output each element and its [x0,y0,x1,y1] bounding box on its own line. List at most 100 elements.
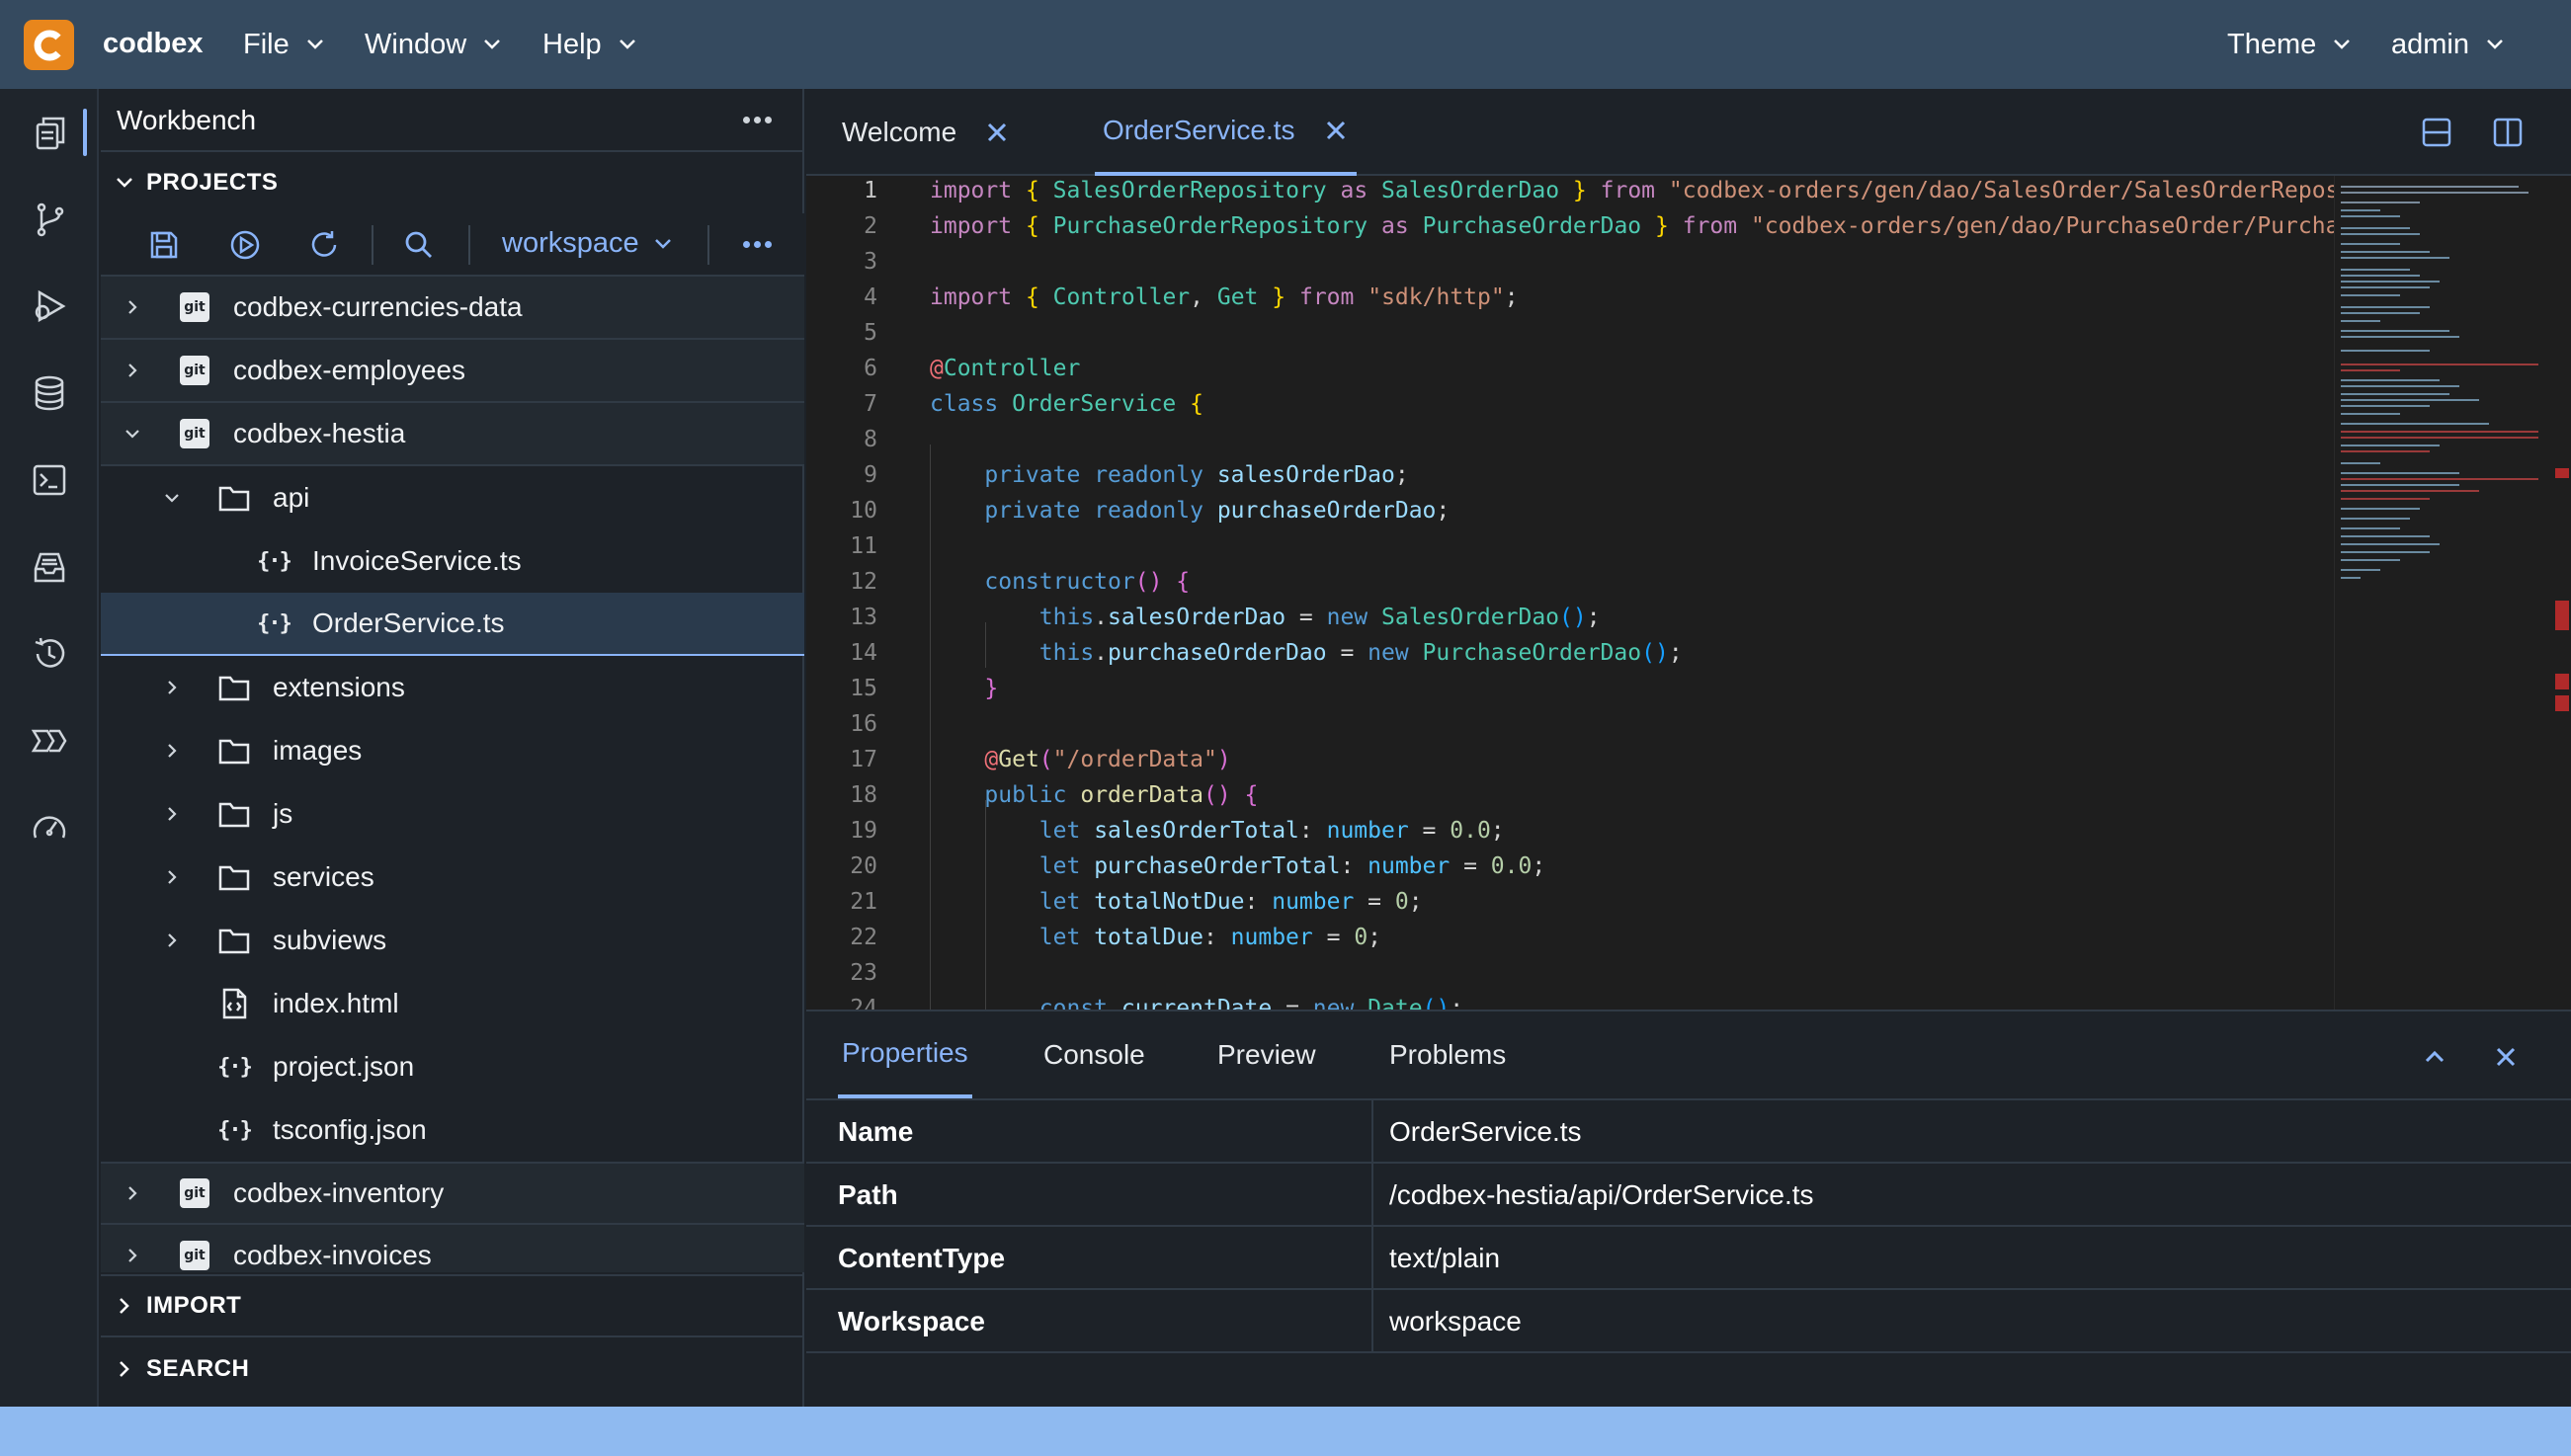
folder-icon [217,797,251,831]
tree-item-orderservice[interactable]: {·} OrderService.ts [101,593,804,656]
tree-item-label: OrderService.ts [312,607,505,638]
minimap-line [2341,379,2440,381]
code-line: @Get("/orderData") [984,747,1231,772]
close-panel-icon[interactable] [2486,1037,2526,1077]
refresh-icon[interactable] [304,225,344,265]
tab-problems[interactable]: Problems [1389,1011,1506,1098]
chevron-down-icon [619,40,635,49]
tree-item-label: extensions [273,672,405,702]
code-line: this.purchaseOrderDao = new PurchaseOrde… [1038,640,1683,666]
terminal-icon[interactable] [26,456,73,504]
line-number: 13 [850,605,877,630]
split-horizontal-icon[interactable] [2417,113,2456,152]
minimap-line [2341,336,2459,338]
codbex-logo-icon[interactable] [24,20,74,70]
problem-marker [2555,674,2569,689]
database-icon[interactable] [26,369,73,417]
explorer-icon[interactable] [26,109,73,156]
tree-item-invoiceservice[interactable]: {·} InvoiceService.ts [101,529,804,593]
tree-item-api[interactable]: api [101,466,804,529]
tree-item-codbex-currencies-data[interactable]: git codbex-currencies-data [101,277,804,340]
code-line: let totalDue: number = 0; [1038,925,1382,950]
search-icon[interactable] [399,225,439,265]
property-value: text/plain [1389,1243,1501,1273]
dashboard-icon[interactable] [26,804,73,851]
tree-item-js[interactable]: js [101,782,804,846]
tree-item-index-html[interactable]: index.html [101,972,804,1035]
minimap[interactable] [2334,176,2549,1010]
close-icon[interactable] [984,120,1010,145]
tree-item-extensions[interactable]: extensions [101,656,804,719]
project-tree: git codbex-currencies-data git codbex-em… [101,277,804,1272]
menu-window[interactable]: Window [365,25,502,64]
more-options-icon[interactable] [743,117,772,123]
close-icon[interactable] [1323,118,1349,143]
debug-icon[interactable] [26,283,73,330]
chevron-up-icon[interactable] [2415,1037,2454,1077]
chevron-right-icon[interactable] [121,295,144,319]
tree-item-label: InvoiceService.ts [312,545,522,576]
toolbar-more-icon[interactable] [743,241,772,248]
tree-item-codbex-employees[interactable]: git codbex-employees [101,340,804,403]
code-editor[interactable]: 1 2 3 4 5 6 7 8 9 10 11 12 13 14 15 16 17 18 19 20 21 22 23 24 … [806,176,2571,1010]
chevron-down-icon [484,40,501,49]
minimap-line [2341,275,2420,277]
property-value: OrderService.ts [1389,1116,1582,1147]
tree-item-services[interactable]: services [101,846,804,909]
chevron-right-icon[interactable] [121,359,144,382]
tree-item-codbex-inventory[interactable]: git codbex-inventory [101,1162,804,1225]
chevron-right-icon[interactable] [121,1181,144,1205]
run-icon[interactable] [225,225,265,265]
split-vertical-icon[interactable] [2488,113,2528,152]
menu-help[interactable]: Help [542,25,637,64]
tree-item-label: subviews [273,925,387,955]
tab-console[interactable]: Console [1043,1011,1145,1098]
projects-section-header[interactable]: PROJECTS [101,152,804,215]
line-number: 2 [864,213,877,239]
chevron-down-icon[interactable] [121,422,144,445]
tree-item-tsconfig-json[interactable]: {·} tsconfig.json [101,1098,804,1162]
chevron-down-icon [2487,40,2503,49]
git-icon: git [178,1239,211,1272]
tab-welcome[interactable]: Welcome [842,89,1010,176]
workspace-select[interactable]: workspace [502,227,673,260]
chevron-right-icon[interactable] [160,865,184,889]
chevron-down-icon [306,40,323,49]
tab-properties[interactable]: Properties [838,1011,972,1098]
search-section-header[interactable]: SEARCH [101,1337,804,1401]
minimap-line [2341,385,2459,387]
minimap-line [2341,472,2459,474]
chevron-right-icon[interactable] [160,676,184,699]
tree-item-images[interactable]: images [101,719,804,782]
tree-item-subviews[interactable]: subviews [101,909,804,972]
menu-file[interactable]: File [243,25,325,64]
code-content[interactable]: import { SalesOrderRepository as SalesOr… [930,176,2343,1010]
minimap-line [2341,450,2430,452]
import-section-header[interactable]: IMPORT [101,1274,804,1337]
menu-theme[interactable]: Theme [2227,25,2352,64]
chevron-down-icon [2334,40,2351,49]
top-bar: codbex File Window Help Theme admin [0,0,2571,89]
chevron-right-icon [120,1361,129,1377]
tab-preview[interactable]: Preview [1217,1011,1316,1098]
inbox-icon[interactable] [26,543,73,591]
tree-item-project-json[interactable]: {·} project.json [101,1035,804,1098]
chevron-right-icon[interactable] [121,1244,144,1267]
problem-marker [2555,468,2569,478]
tree-item-codbex-hestia[interactable]: git codbex-hestia [101,403,804,466]
json-file-icon: {·} [217,1054,253,1080]
menu-user[interactable]: admin [2391,25,2505,64]
history-icon[interactable] [26,630,73,678]
minimap-line [2341,243,2400,245]
minimap-line [2341,251,2430,253]
tree-item-codbex-invoices[interactable]: git codbex-invoices [101,1225,804,1272]
chevron-right-icon[interactable] [160,929,184,952]
chevron-right-icon[interactable] [160,802,184,826]
source-control-icon[interactable] [26,196,73,243]
chevron-down-icon[interactable] [160,486,184,510]
save-icon[interactable] [144,225,184,265]
pipeline-icon[interactable] [26,717,73,765]
html-file-icon [217,987,251,1020]
tab-orderservice[interactable]: OrderService.ts [1095,89,1357,176]
chevron-right-icon[interactable] [160,739,184,763]
